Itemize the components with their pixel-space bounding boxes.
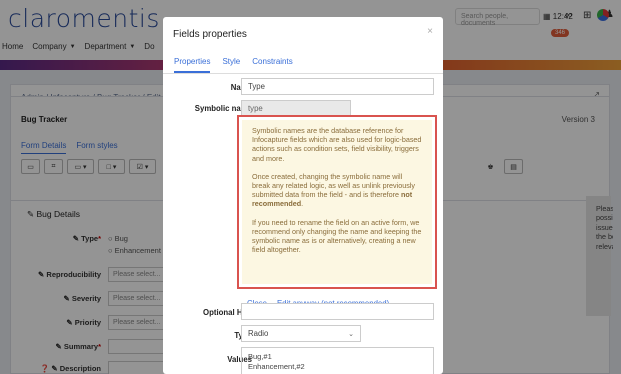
warning-paragraph-1: Symbolic names are the database referenc… bbox=[252, 126, 422, 163]
tab-constraints[interactable]: Constraints bbox=[252, 54, 292, 73]
fields-properties-dialog: Fields properties × Properties Style Con… bbox=[163, 17, 443, 374]
warning-text: Symbolic names are the database referenc… bbox=[242, 120, 432, 284]
optional-hint-input[interactable] bbox=[241, 303, 434, 320]
close-icon[interactable]: × bbox=[427, 26, 433, 37]
chevron-down-icon: ⌄ bbox=[348, 330, 354, 338]
values-textarea[interactable]: Bug,#1 Enhancement,#2 bbox=[241, 347, 434, 374]
values-line-2: Enhancement,#2 bbox=[248, 361, 305, 371]
dialog-title: Fields properties bbox=[173, 29, 247, 40]
dialog-tabs: Properties Style Constraints bbox=[163, 54, 443, 74]
values-line-1: Bug,#1 bbox=[248, 352, 272, 361]
warning-paragraph-2: Once created, changing the symbolic name… bbox=[252, 171, 415, 209]
tab-style[interactable]: Style bbox=[222, 54, 240, 73]
type-select[interactable]: Radio ⌄ bbox=[241, 325, 361, 342]
warning-paragraph-3: If you need to rename the field on an ac… bbox=[252, 217, 422, 255]
tab-properties[interactable]: Properties bbox=[174, 54, 211, 73]
symbolic-name-warning: Symbolic names are the database referenc… bbox=[237, 115, 437, 289]
type-select-value: Radio bbox=[248, 329, 269, 338]
name-input[interactable]: Type bbox=[241, 78, 434, 95]
